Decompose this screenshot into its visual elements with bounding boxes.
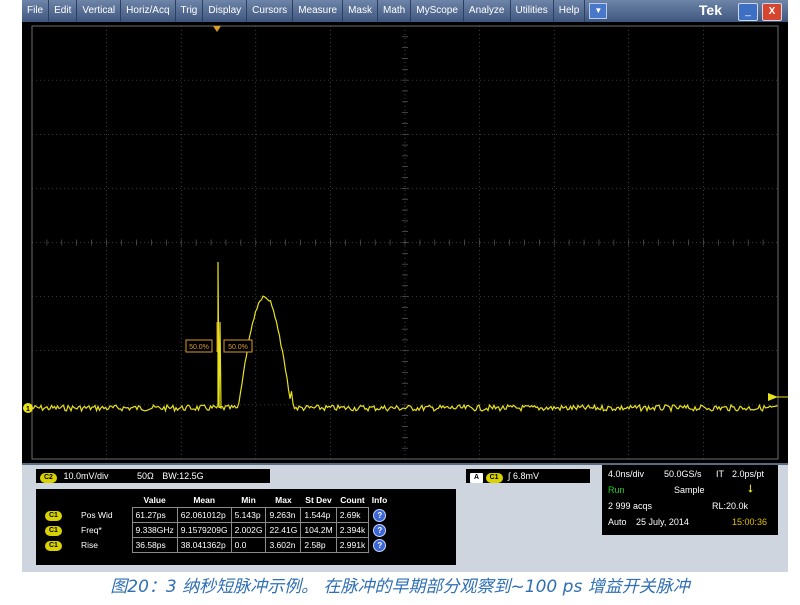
measurement-min: 0.0 — [230, 537, 267, 553]
menu-trig[interactable]: Trig — [176, 0, 204, 22]
acq-date: 25 July, 2014 — [636, 517, 689, 527]
svg-text:50.0%: 50.0% — [189, 344, 209, 351]
measurement-stdev: 1.544p — [300, 507, 337, 523]
info-icon[interactable]: ? — [373, 523, 387, 537]
acq-it: IT — [716, 469, 724, 479]
measurement-stdev: 2.58p — [300, 537, 337, 553]
acq-time: 15:00:36 — [732, 517, 768, 527]
menu-analyze[interactable]: Analyze — [464, 0, 511, 22]
table-row[interactable]: C1 Rise 36.58ps 38.041362p 0.0 3.602n 2.… — [42, 537, 390, 553]
waveform-graticule: 50.0% 50.0% 1 — [23, 25, 788, 460]
rising-edge-icon: ∫ — [508, 471, 511, 481]
trigger-readout[interactable]: A C1 ∫ 6.8mV — [466, 469, 590, 483]
measurement-min: 5.143p — [230, 507, 267, 523]
svg-text:50.0%: 50.0% — [228, 344, 248, 351]
channel-badge: C2 — [40, 473, 57, 483]
trigger-level: 6.8mV — [513, 471, 540, 481]
trigger-position-icon[interactable] — [213, 26, 221, 32]
table-row[interactable]: C1 Pos Wid 61.27ps 62.061012p 5.143p 9.2… — [42, 507, 390, 523]
measurement-count: 2.69k — [335, 507, 370, 523]
measurement-header-row: Value Mean Min Max St Dev Count Info — [42, 493, 390, 508]
measurement-max: 9.263n — [265, 507, 302, 523]
close-button[interactable]: X — [762, 3, 782, 21]
acquisition-readout[interactable]: 4.0ns/div 50.0GS/s IT 2.0ps/pt Run Sampl… — [602, 465, 778, 535]
status-panel: C2 10.0mV/div 50Ω BW:12.5G A C1 ∫ 6.8mV … — [22, 463, 788, 572]
measurement-value: 9.338GHz — [131, 522, 178, 538]
header-max: Max — [275, 495, 292, 505]
measurement-mean: 9.1579209G — [176, 522, 232, 538]
menu-dropdown-icon[interactable]: ▼ — [589, 3, 608, 19]
menu-utilities[interactable]: Utilities — [511, 0, 554, 22]
channel-readout[interactable]: C2 10.0mV/div 50Ω BW:12.5G — [36, 469, 270, 483]
trigger-arrow-icon: ⭣ — [748, 483, 754, 495]
measurement-count: 2.394k — [335, 522, 370, 538]
measurement-stdev: 104.2M — [300, 522, 337, 538]
menu-cursors[interactable]: Cursors — [247, 0, 294, 22]
measurement-max: 22.41G — [265, 522, 302, 538]
row-channel-badge: C1 — [45, 526, 62, 536]
header-stdev: St Dev — [305, 495, 332, 505]
trigger-mode: Auto — [608, 517, 627, 527]
svg-text:1: 1 — [26, 406, 30, 413]
header-info: Info — [371, 495, 388, 506]
menu-help[interactable]: Help — [554, 0, 586, 22]
channel-1-trace — [31, 261, 778, 414]
header-count: Count — [340, 495, 365, 505]
acq-mode: Sample — [674, 485, 705, 495]
cursor-label-right: 50.0% — [223, 339, 253, 353]
input-impedance: 50Ω — [137, 471, 154, 481]
header-mean: Mean — [193, 495, 216, 505]
vertical-scale: 10.0mV/div — [63, 471, 109, 481]
resolution: 2.0ps/pt — [732, 469, 765, 479]
row-channel-badge: C1 — [45, 511, 62, 521]
cursor-label-left: 50.0% — [185, 339, 213, 353]
brand-logo: Tek — [698, 2, 722, 18]
measurement-value: 36.58ps — [131, 537, 178, 553]
measurement-max: 3.602n — [265, 537, 302, 553]
menu-display[interactable]: Display — [203, 0, 248, 22]
menu-mask[interactable]: Mask — [343, 0, 378, 22]
menu-vertical[interactable]: Vertical — [77, 0, 122, 22]
measurement-min: 2.002G — [230, 522, 267, 538]
minimize-button[interactable]: _ — [738, 3, 758, 21]
measurement-mean: 38.041362p — [176, 537, 232, 553]
measurement-count: 2.991k — [335, 537, 370, 553]
menu-math[interactable]: Math — [378, 0, 412, 22]
header-min: Min — [241, 495, 256, 505]
run-state: Run — [608, 485, 625, 495]
acq-count: 2 999 acqs — [608, 501, 653, 511]
waveform-display[interactable]: 50.0% 50.0% 1 — [22, 22, 788, 463]
menu-edit[interactable]: Edit — [49, 0, 78, 22]
trigger-mode-badge: A — [470, 473, 484, 483]
menu-horiz-acq[interactable]: Horiz/Acq — [121, 0, 176, 22]
channel-1-marker[interactable]: 1 — [23, 403, 33, 413]
measurement-name: Rise — [81, 540, 99, 550]
measurement-name: Pos Wid — [81, 510, 113, 520]
sample-rate: 50.0GS/s — [664, 469, 702, 479]
measurement-mean: 62.061012p — [176, 507, 232, 523]
figure-caption: 图20：3 纳秒短脉冲示例。 在脉冲的早期部分观察到~100 ps 增益开关脉冲 — [110, 577, 690, 597]
record-length: RL:20.0k — [712, 501, 749, 511]
measurement-name: Freq* — [81, 525, 102, 535]
menu-file[interactable]: File — [22, 0, 50, 22]
table-row[interactable]: C1 Freq* 9.338GHz 9.1579209G 2.002G 22.4… — [42, 522, 390, 538]
menu-bar: File Edit Vertical Horiz/Acq Trig Displa… — [22, 0, 788, 22]
measurement-value: 61.27ps — [131, 507, 178, 523]
header-value: Value — [143, 495, 166, 505]
bandwidth: BW:12.5G — [162, 471, 204, 481]
measurement-table[interactable]: Value Mean Min Max St Dev Count Info C1 … — [36, 489, 456, 565]
info-icon[interactable]: ? — [373, 538, 387, 552]
menu-measure[interactable]: Measure — [293, 0, 344, 22]
menu-myscope[interactable]: MyScope — [411, 0, 464, 22]
trigger-source-badge: C1 — [485, 473, 503, 483]
row-channel-badge: C1 — [45, 541, 62, 551]
info-icon[interactable]: ? — [373, 508, 387, 522]
timebase: 4.0ns/div — [608, 469, 645, 479]
